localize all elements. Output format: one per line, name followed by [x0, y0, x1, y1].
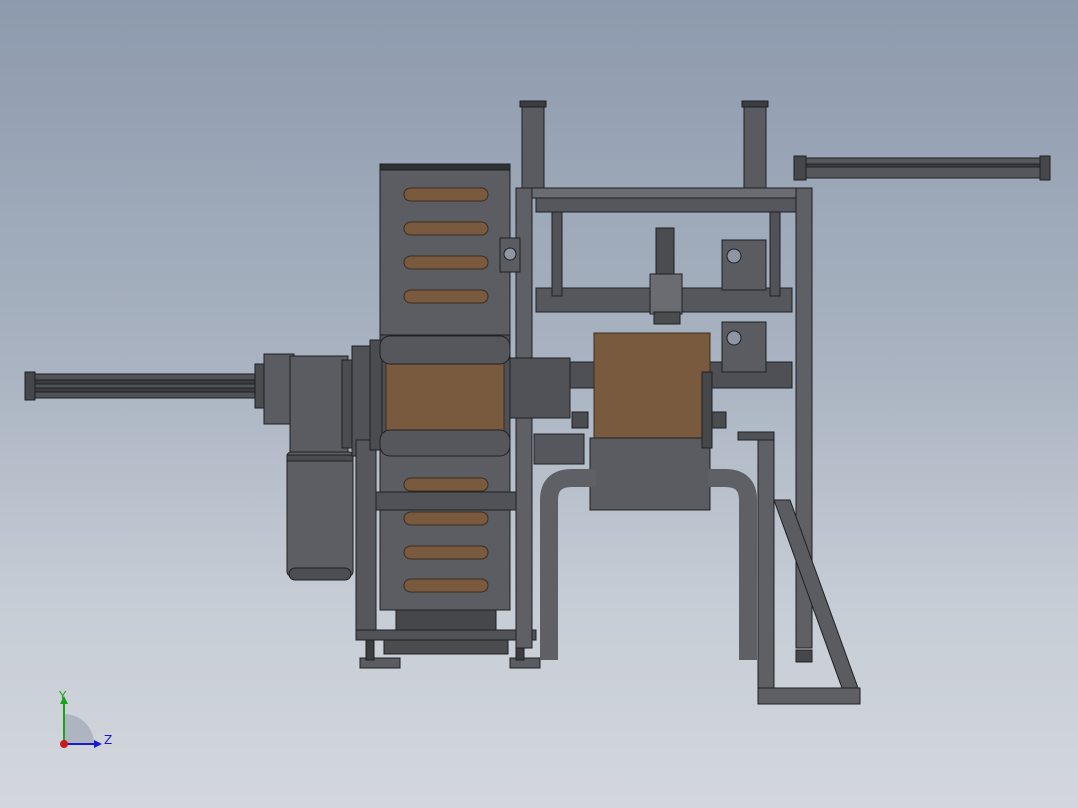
triad-quadrant [64, 714, 94, 744]
left-linear-actuator [24, 353, 296, 425]
x-axis-dot [60, 740, 68, 748]
z-axis-head [94, 740, 102, 748]
top-right-actuator [793, 155, 1051, 181]
vertical-actuators [519, 100, 769, 194]
column-base [355, 609, 541, 669]
small-motor [649, 227, 683, 325]
cad-viewport[interactable] [0, 0, 1078, 808]
y-axis-label: Y [58, 689, 67, 703]
z-axis-label: Z [104, 733, 112, 747]
axis-triad: Y Z [58, 689, 112, 748]
